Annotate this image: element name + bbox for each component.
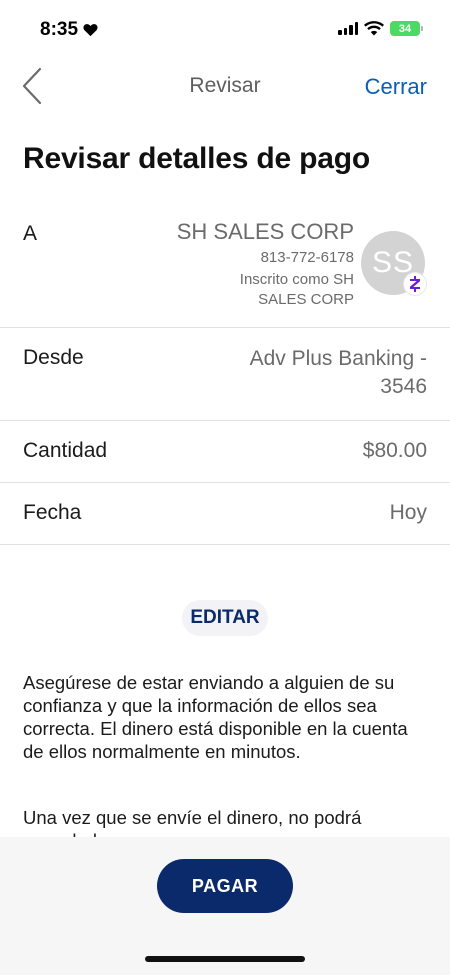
from-row: Desde Adv Plus Banking - 3546 [0,328,450,421]
nav-bar: Revisar Cerrar [0,58,450,118]
status-bar: 8:35 34 [0,0,450,58]
pay-button[interactable]: PAGAR [157,859,293,913]
close-button[interactable]: Cerrar [365,74,427,100]
battery-level: 34 [398,22,412,35]
recipient-name: SH SALES CORP [176,219,354,244]
status-time-text: 8:35 [40,19,79,40]
amount-label: Cantidad [23,439,108,462]
zelle-icon [404,273,426,295]
heart-icon [83,24,98,37]
cellular-signal-icon [338,22,358,35]
wifi-icon [364,21,384,36]
status-time: 8:35 [40,19,98,41]
from-label: Desde [23,346,84,369]
edit-button[interactable]: EDITAR [182,600,268,636]
recipient-enrolled-line1: Inscrito como SH [239,271,354,288]
amount-row: Cantidad $80.00 [0,421,450,483]
from-value: Adv Plus Banking - 3546 [250,345,427,401]
recipient-enrolled-line2: SALES CORP [258,291,354,308]
date-value: Hoy [389,501,427,524]
recipient-phone: 813-772-6178 [260,249,354,266]
amount-value: $80.00 [362,439,427,462]
date-label: Fecha [23,501,82,524]
battery-icon: 34 [390,21,423,36]
home-indicator[interactable] [145,956,305,962]
disclaimer-paragraph-1: Asegúrese de estar enviando a alguien de… [23,672,408,762]
from-account-name: Adv Plus Banking - [249,347,427,370]
from-account-number: 3546 [380,375,427,398]
date-row: Fecha Hoy [0,483,450,545]
recipient-label: A [23,222,38,245]
page-title: Revisar detalles de pago [23,142,371,175]
status-indicators: 34 [338,21,423,36]
